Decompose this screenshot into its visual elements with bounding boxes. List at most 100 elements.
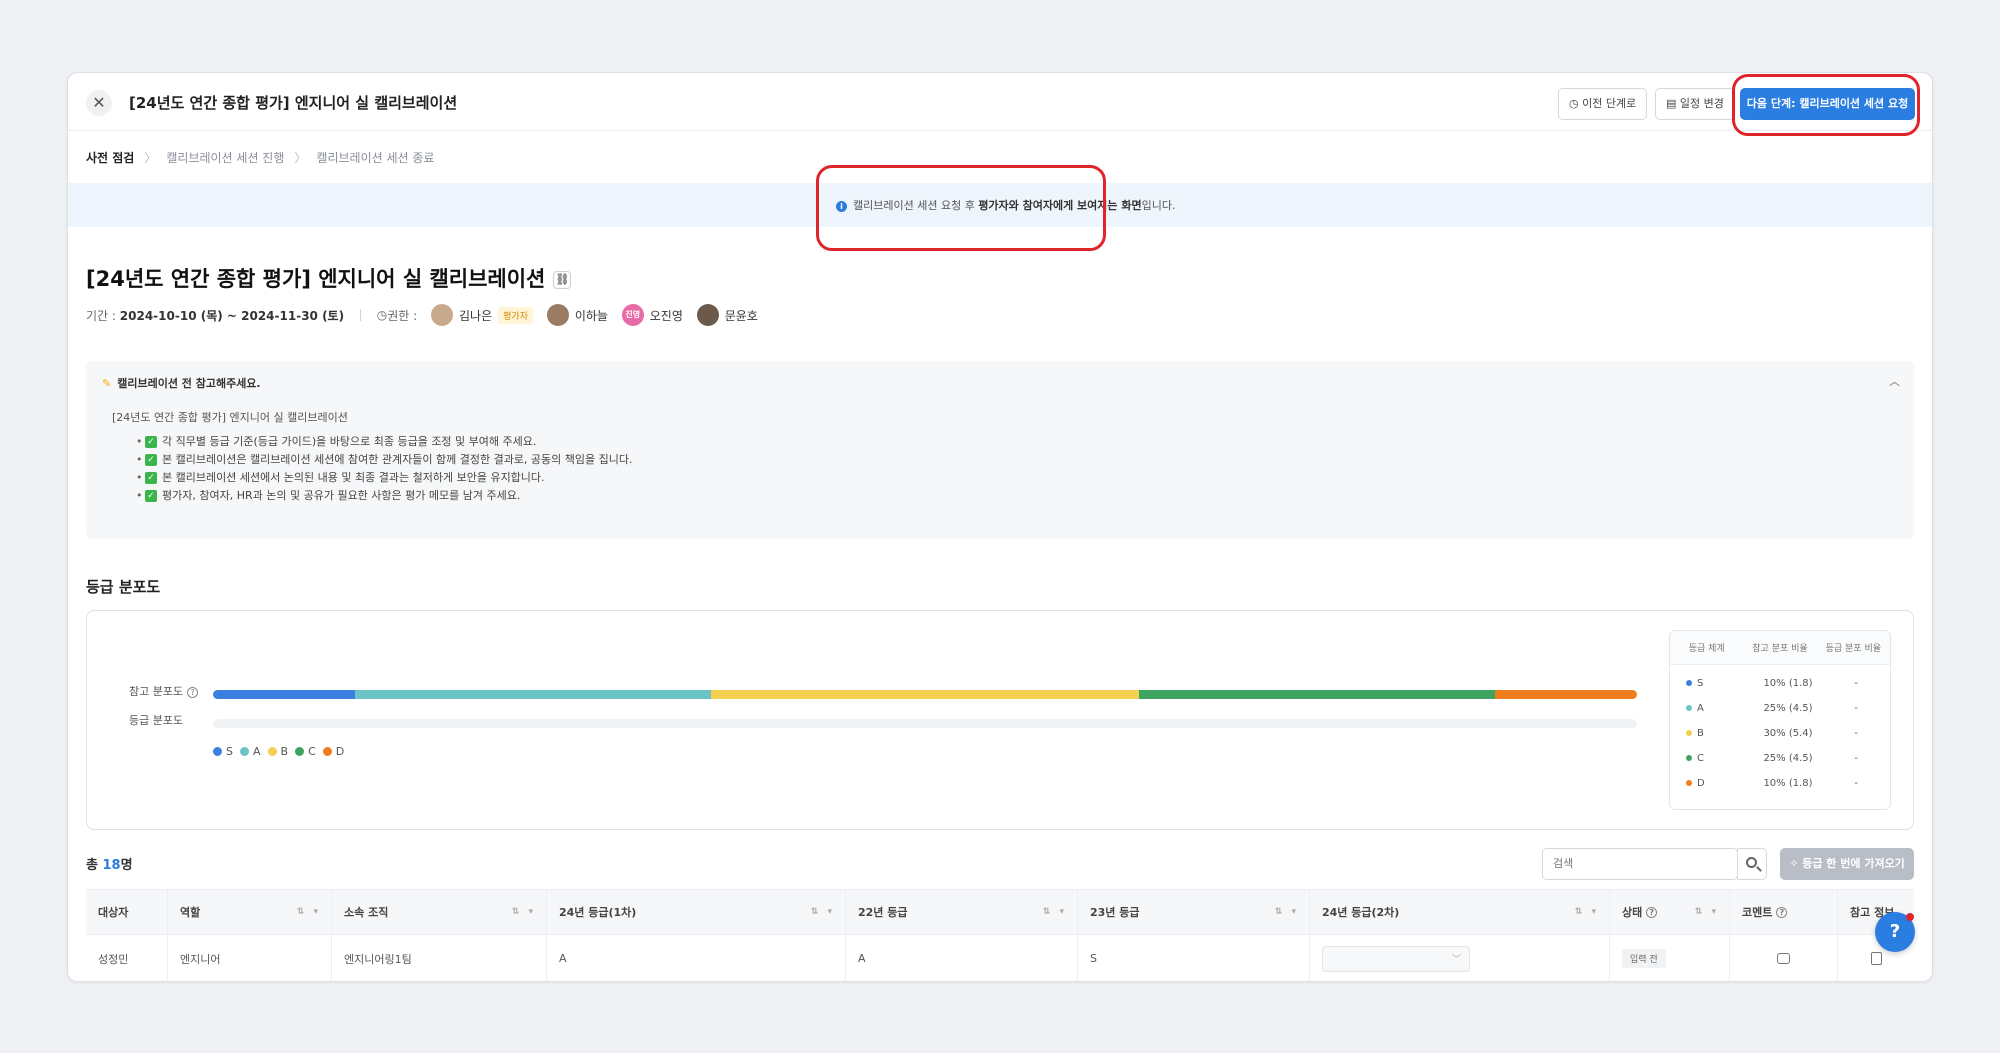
period-label: 기간 : [86,308,116,323]
sparkle-icon: ✧ [1789,857,1803,870]
legend-label: S [226,744,233,758]
grade-label: C [1697,753,1704,764]
sort-filter-icon[interactable]: ⇅ ▾ [1695,907,1719,917]
help-icon[interactable]: ? [1646,906,1658,918]
notice-list: • ✓ 각 직무별 등급 기준(등급 가이드)을 바탕으로 최종 등급을 조정 및 … [136,433,633,505]
grade-ratio-cell: - [1854,753,1858,764]
grade-cell: C [1670,753,1754,764]
cell-target: 성정민 [86,935,168,981]
bulk-import-button[interactable]: ✧ 등급 한 번에 가져오기 [1780,848,1914,880]
sort-filter-icon[interactable]: ⇅ ▾ [811,907,835,917]
grade-label: B [1697,728,1704,739]
sort-filter-icon[interactable]: ⇅ ▾ [1275,907,1299,917]
help-button[interactable]: ? [1875,912,1915,952]
close-button[interactable]: ✕ [86,90,112,116]
grade-dot [1686,755,1692,761]
role-badge: 평가자 [498,306,533,324]
sort-filter-icon[interactable]: ⇅ ▾ [512,907,536,917]
notice-heading-text: 캘리브레이션 전 참고해주세요. [117,377,261,390]
cell-grade-22: A [846,935,1078,981]
prev-step-button[interactable]: ◷ 이전 단계로 [1558,88,1648,120]
grade-dot [1686,680,1692,686]
document-icon[interactable] [1870,952,1882,965]
person-name: 오진영 [649,308,683,323]
grade-label: S [1697,678,1704,689]
col-grade-22[interactable]: 22년 등급 ⇅ ▾ [846,890,1078,934]
bar-segment-c [1138,690,1495,699]
distribution-title: 등급 분포도 [86,578,161,596]
chevron-down-icon: ﹀ [1451,954,1461,965]
col-grade-23[interactable]: 23년 등급 ⇅ ▾ [1078,890,1310,934]
legend-dot [267,747,277,756]
grade-dist-label: 등급 분포도 [129,714,184,727]
list-item: • ✓ 평가자, 참여자, HR과 논의 및 공유가 필요한 사항은 평가 메모를 … [136,489,521,502]
cell-status: 입력 전 [1610,935,1730,981]
chevron-right-icon: 〉 [294,151,307,165]
legend-dot [239,747,249,756]
search-button[interactable] [1737,848,1767,880]
status-badge: 입력 전 [1622,949,1666,968]
grade-select[interactable]: ﹀ [1322,945,1470,972]
grade-dot [1686,780,1692,786]
sort-filter-icon[interactable]: ⇅ ▾ [297,907,321,917]
comment-icon[interactable] [1777,953,1790,964]
bar-segment-b [711,690,1139,699]
checkbox-icon: ✓ [145,436,157,448]
highlight-info-banner [816,165,1106,251]
banner-text-post: 입니다. [1141,199,1176,212]
notice-subtitle: [24년도 연간 종합 평가] 엔지니어 실 캘리브레이션 [112,411,348,424]
grade-ratio-table: 등급 체계 참고 분포 비율 등급 분포 비율 S 10% (1.8) - A 25% … [1669,630,1891,810]
change-schedule-button[interactable]: ▤ 일정 변경 [1655,88,1735,120]
help-icon[interactable]: ? [187,686,199,698]
legend-label: B [280,744,289,758]
grade-ratio-cell: - [1854,678,1858,689]
grade-table-row: D 10% (1.8) - [1670,771,1890,796]
table-row[interactable]: 성정민 엔지니어 엔지니어링1팀 A A S ﹀ 입력 전 [86,935,1914,981]
grade-dot [1686,730,1692,736]
col-status[interactable]: 상태? ⇅ ▾ [1610,890,1730,934]
reference-ratio-cell: 10% (1.8) [1763,778,1813,789]
step-session-progress: 캘리브레이션 세션 진행 [166,151,285,165]
window-title: [24년도 연간 종합 평가] 엔지니어 실 캘리브레이션 [129,94,458,112]
total-suffix: 명 [120,858,133,873]
notice-heading: ✎ 캘리브레이션 전 참고해주세요. [102,375,261,391]
person-name: 김나은 [459,308,493,323]
grade-table-row: S 10% (1.8) - [1670,671,1890,696]
page-title-text: [24년도 연간 종합 평가] 엔지니어 실 캘리브레이션 [86,267,546,291]
col-grade-24-first[interactable]: 24년 등급(1차) ⇅ ▾ [547,890,846,934]
link-icon[interactable]: ⛓ [553,271,572,289]
avatar: 진영 [621,304,644,326]
grade-system-header: 등급 체계 [1688,644,1725,654]
evaluatee-table: 대상자 역할 ⇅ ▾ 소속 조직 ⇅ ▾ 24년 등급(1차) ⇅ ▾ 22년 등급 ⇅… [86,889,1914,981]
chevron-up-icon[interactable]: ︿ [1889,373,1900,389]
col-role[interactable]: 역할 ⇅ ▾ [168,890,332,934]
col-target: 대상자 [86,890,168,934]
legend-label: C [308,744,316,758]
reference-dist-label-text: 참고 분포도 [129,685,184,698]
divider [359,309,361,321]
col-grade-24-second[interactable]: 24년 등급(2차) ⇅ ▾ [1310,890,1610,934]
checkbox-icon: ✓ [145,490,157,502]
checkbox-icon: ✓ [145,454,157,466]
grade-cell: S [1670,678,1754,689]
grade-cell: D [1670,778,1754,789]
step-breadcrumb: 사전 점검 〉 캘리브레이션 세션 진행 〉 캘리브레이션 세션 종료 [86,149,434,166]
notice-panel: ✎ 캘리브레이션 전 참고해주세요. ︿ [24년도 연간 종합 평가] 엔지니어… [86,361,1914,539]
sort-filter-icon[interactable]: ⇅ ▾ [1575,907,1599,917]
clock-icon: ◷ [1569,97,1583,110]
legend-dot [295,747,305,756]
col-org[interactable]: 소속 조직 ⇅ ▾ [332,890,547,934]
grade-label: A [1697,703,1704,714]
sort-filter-icon[interactable]: ⇅ ▾ [1043,907,1067,917]
total-prefix: 총 [86,858,103,873]
notice-item-text: 본 캘리브레이션은 캘리브레이션 세션에 참여한 관계자들이 함께 결정한 결과… [162,453,633,466]
search-input[interactable] [1542,848,1738,880]
grade-dot [1686,705,1692,711]
legend-item-a: A [239,745,261,758]
legend-item-s: S [213,745,233,758]
grade-table-row: A 25% (4.5) - [1670,696,1890,721]
checkbox-icon: ✓ [145,472,157,484]
legend-item-b: B [267,744,289,758]
notice-item-text: 각 직무별 등급 기준(등급 가이드)을 바탕으로 최종 등급을 조정 및 부여… [162,435,537,448]
help-icon[interactable]: ? [1776,906,1788,918]
